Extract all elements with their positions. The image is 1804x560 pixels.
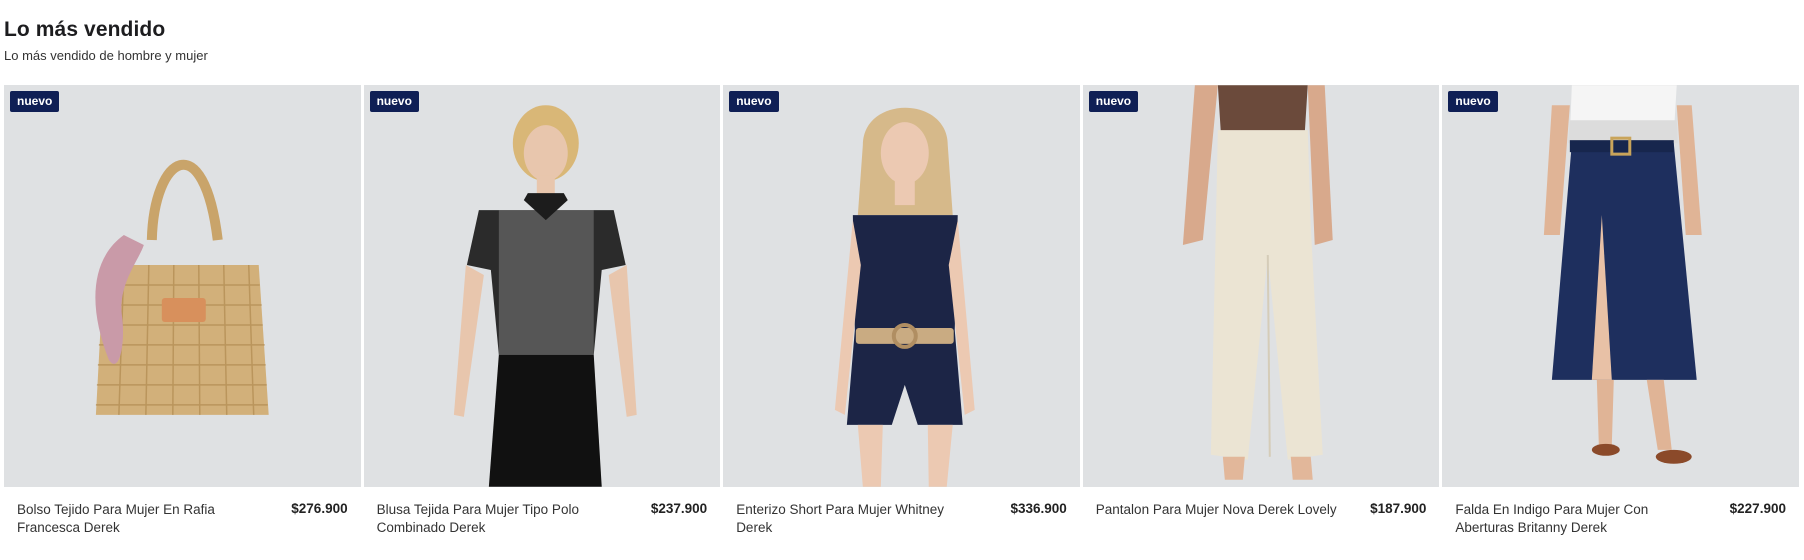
new-badge: nuevo: [10, 91, 60, 112]
product-image[interactable]: nuevo: [4, 85, 361, 487]
product-info: Bolso Tejido Para Mujer En Rafia Frances…: [4, 487, 361, 537]
section-subtitle: Lo más vendido de hombre y mujer: [4, 48, 208, 63]
woven-tote-bag-icon: [95, 159, 269, 415]
product-price: $336.900: [1010, 501, 1067, 516]
product-card[interactable]: nuevo Falda En Indigo Para Mujer Con Abe…: [1442, 85, 1799, 537]
new-badge: nuevo: [729, 91, 779, 112]
section-title: Lo más vendido: [4, 18, 166, 41]
polo-blouse-model-icon: [453, 105, 637, 487]
product-name[interactable]: Bolso Tejido Para Mujer En Rafia Frances…: [17, 501, 262, 537]
product-card[interactable]: nuevo Bolso Tejido Para Mujer En Rafia F…: [4, 85, 361, 537]
denim-skirt-model-icon: [1544, 85, 1703, 464]
product-price: $237.900: [650, 501, 708, 516]
product-image[interactable]: nuevo: [1082, 85, 1440, 487]
section-header: Lo más vendido Lo más vendido de hombre …: [4, 18, 208, 63]
product-info: Blusa Tejida Para Mujer Tipo Polo Combin…: [364, 487, 721, 537]
product-image[interactable]: nuevo: [723, 85, 1080, 487]
product-image[interactable]: nuevo: [363, 85, 721, 487]
cream-trousers-model-icon: [1182, 85, 1333, 480]
new-badge: nuevo: [1088, 91, 1139, 112]
product-price: $187.900: [1370, 501, 1427, 516]
product-info: Pantalon Para Mujer Nova Derek Lovely $1…: [1083, 487, 1440, 519]
product-name[interactable]: Enterizo Short Para Mujer Whitney Derek: [736, 501, 981, 537]
romper-model-icon: [835, 107, 975, 487]
product-info: Falda En Indigo Para Mujer Con Aberturas…: [1442, 487, 1799, 537]
product-name[interactable]: Pantalon Para Mujer Nova Derek Lovely: [1096, 501, 1341, 519]
new-badge: nuevo: [369, 91, 419, 112]
product-carousel: nuevo Bolso Tejido Para Mujer En Rafia F…: [4, 85, 1799, 537]
product-card[interactable]: nuevo Enterizo Short Para Mujer Whitney …: [723, 85, 1080, 537]
product-price: $227.900: [1729, 501, 1786, 516]
product-name[interactable]: Falda En Indigo Para Mujer Con Aberturas…: [1455, 501, 1700, 537]
product-info: Enterizo Short Para Mujer Whitney Derek …: [723, 487, 1080, 537]
product-card[interactable]: nuevo Pantalon Para Mujer Nova Derek Lov…: [1082, 85, 1440, 537]
product-card[interactable]: nuevo Blusa Tejida Para Mujer Tipo Polo …: [363, 85, 721, 537]
product-name[interactable]: Blusa Tejida Para Mujer Tipo Polo Combin…: [377, 501, 622, 537]
product-price: $276.900: [291, 501, 348, 516]
product-image[interactable]: nuevo: [1442, 85, 1799, 487]
new-badge: nuevo: [1448, 91, 1498, 112]
